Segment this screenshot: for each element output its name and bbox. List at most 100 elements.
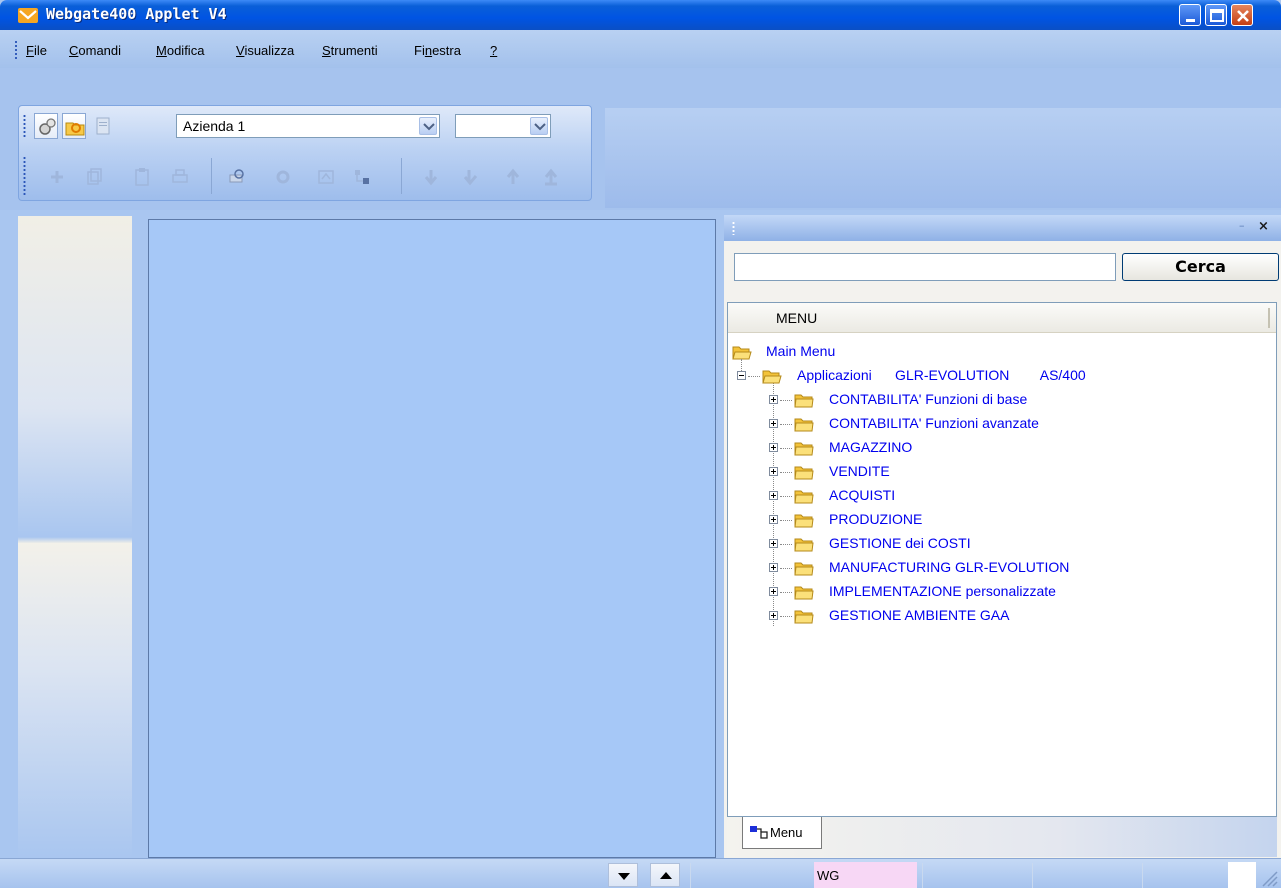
search-input[interactable] <box>734 253 1116 281</box>
menu-comandi-label: omandi <box>78 43 122 58</box>
tree-connector <box>780 424 792 425</box>
expand-icon[interactable] <box>769 419 778 428</box>
expand-icon[interactable] <box>769 443 778 452</box>
options-button[interactable] <box>271 164 295 190</box>
menu-finestra[interactable]: Finestra <box>414 43 461 58</box>
print-button[interactable] <box>168 164 192 190</box>
menu-modifica[interactable]: Modifica <box>156 43 204 58</box>
expand-icon[interactable] <box>769 539 778 548</box>
scroll-up-button[interactable] <box>650 863 680 887</box>
menu-tree-icon <box>750 826 768 839</box>
folder-icon <box>794 418 814 432</box>
settings-button[interactable] <box>34 113 58 139</box>
expand-icon[interactable] <box>769 491 778 500</box>
toolbar-row: Azienda 1 <box>0 68 1281 210</box>
menu-visualizza[interactable]: Visualizza <box>236 43 294 58</box>
maximize-button[interactable] <box>1205 4 1227 26</box>
move-down-button[interactable] <box>419 164 443 190</box>
menu-file[interactable]: File <box>26 43 47 58</box>
move-right-down-button[interactable] <box>460 164 484 190</box>
tree-connector <box>780 592 792 593</box>
title-bar[interactable]: Webgate400 Applet V4 <box>0 0 1281 30</box>
menu-bar: File Comandi Modifica Visualizza Strumen… <box>0 30 1281 68</box>
search-button[interactable]: Cerca <box>1122 253 1279 281</box>
close-icon[interactable]: × <box>1258 219 1269 234</box>
tree-node-gestione-costi[interactable]: GESTIONE dei COSTI <box>730 533 1270 555</box>
tree-node-label: GESTIONE dei COSTI <box>829 535 971 551</box>
open-folder-button[interactable] <box>62 113 86 139</box>
minimize-button[interactable] <box>1179 4 1201 26</box>
tree-node-contabilita-base[interactable]: CONTABILITA' Funzioni di base <box>730 389 1270 411</box>
dock-grip-icon[interactable] <box>732 221 735 235</box>
tree-node-label: MAGAZZINO <box>829 439 913 455</box>
status-cell <box>1032 863 1140 888</box>
paste-button[interactable] <box>130 164 154 190</box>
expand-icon[interactable] <box>769 563 778 572</box>
company-select[interactable]: Azienda 1 <box>176 114 440 138</box>
expand-icon[interactable] <box>769 515 778 524</box>
tree-column-header[interactable]: MENU <box>728 303 1276 333</box>
menu-dock-panel: – × Cerca MENU Main Menu Applicazioni GL… <box>724 215 1281 858</box>
resize-grip-icon[interactable] <box>1258 867 1278 887</box>
add-button[interactable] <box>45 164 69 190</box>
tree-node-produzione[interactable]: PRODUZIONE <box>730 509 1270 531</box>
tab-menu[interactable]: Menu <box>742 817 822 849</box>
tree-connector <box>780 520 792 521</box>
close-button[interactable] <box>1231 4 1253 26</box>
menu-strumenti[interactable]: Strumenti <box>322 43 378 58</box>
menu-modifica-mnemonic: M <box>156 43 167 58</box>
tree-node-applicazioni[interactable]: Applicazioni GLR-EVOLUTION AS/400 <box>730 365 1270 387</box>
collapse-icon[interactable] <box>737 371 746 380</box>
preview-button[interactable] <box>225 164 249 190</box>
workspace-area[interactable] <box>148 219 716 858</box>
status-bar: WG <box>0 858 1281 888</box>
toolbar-grip-icon[interactable] <box>23 114 26 138</box>
chevron-down-icon[interactable] <box>419 117 437 135</box>
expand-icon[interactable] <box>769 611 778 620</box>
tree-node-implementazione[interactable]: IMPLEMENTAZIONE personalizzate <box>730 581 1270 603</box>
copy-button[interactable] <box>82 164 106 190</box>
folder-open-icon <box>762 370 782 384</box>
document-icon <box>96 117 110 135</box>
status-indicator <box>1228 862 1256 888</box>
column-resize-handle[interactable] <box>1268 308 1270 328</box>
pin-icon[interactable]: – <box>1239 219 1245 232</box>
document-button[interactable] <box>91 113 115 139</box>
toolbar-grip-icon[interactable] <box>23 156 26 196</box>
scroll-down-button[interactable] <box>608 863 638 887</box>
tree-node-label: GESTIONE AMBIENTE GAA <box>829 607 1010 623</box>
export-button[interactable] <box>314 164 338 190</box>
printer-icon <box>172 169 188 183</box>
menu-strumenti-label: trumenti <box>330 43 378 58</box>
tree-node-label: IMPLEMENTAZIONE personalizzate <box>829 583 1056 599</box>
tree-node-vendite[interactable]: VENDITE <box>730 461 1270 483</box>
menu-help[interactable]: ? <box>490 43 497 58</box>
menu-help-label: ? <box>490 43 498 58</box>
structure-button[interactable] <box>350 164 374 190</box>
tree-node-manufacturing[interactable]: MANUFACTURING GLR-EVOLUTION <box>730 557 1270 579</box>
tree-node-label: PRODUZIONE <box>829 511 923 527</box>
menu-comandi[interactable]: Comandi <box>69 43 121 58</box>
copy-icon <box>87 168 102 185</box>
menu-tree[interactable]: MENU Main Menu Applicazioni GLR-EVOLUTIO… <box>727 302 1277 817</box>
tree-node-contabilita-avanzate[interactable]: CONTABILITA' Funzioni avanzate <box>730 413 1270 435</box>
left-panel-lower <box>18 543 132 858</box>
secondary-select[interactable] <box>455 114 551 138</box>
window-title: Webgate400 Applet V4 <box>46 5 227 23</box>
tree-node-magazzino[interactable]: MAGAZZINO <box>730 437 1270 459</box>
chevron-down-icon[interactable] <box>530 117 548 135</box>
tree-node-acquisti[interactable]: ACQUISTI <box>730 485 1270 507</box>
clipboard-icon <box>135 168 149 186</box>
move-top-button[interactable] <box>539 164 563 190</box>
expand-icon[interactable] <box>769 587 778 596</box>
tree-node-gestione-ambiente[interactable]: GESTIONE AMBIENTE GAA <box>730 605 1270 627</box>
move-up-button[interactable] <box>501 164 525 190</box>
expand-icon[interactable] <box>769 467 778 476</box>
dock-header[interactable]: – × <box>724 215 1281 241</box>
expand-icon[interactable] <box>769 395 778 404</box>
menu-strumenti-mnemonic: S <box>322 43 331 58</box>
folder-icon <box>794 442 814 456</box>
tree-node-label: VENDITE <box>829 463 890 479</box>
menu-grip-icon[interactable] <box>14 40 18 60</box>
tree-node-main-menu[interactable]: Main Menu <box>730 341 1270 363</box>
